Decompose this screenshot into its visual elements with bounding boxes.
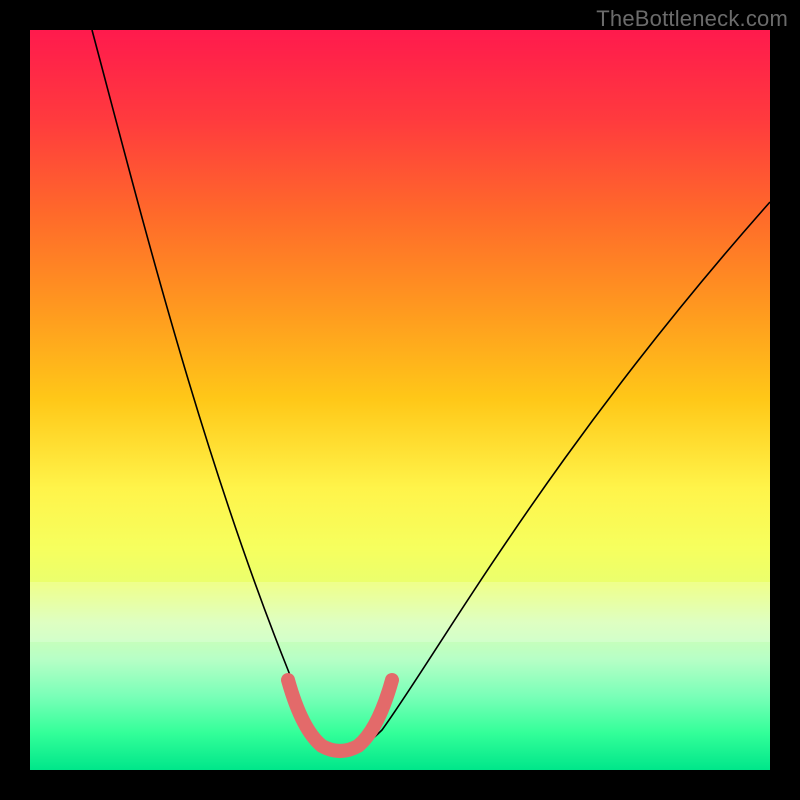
bottleneck-curve: [92, 30, 770, 752]
optimal-u-highlight: [288, 680, 392, 751]
highlight-band: [30, 582, 770, 642]
chart-svg: [30, 30, 770, 770]
chart-frame: TheBottleneck.com: [0, 0, 800, 800]
watermark-text: TheBottleneck.com: [596, 6, 788, 32]
plot-area: [30, 30, 770, 770]
